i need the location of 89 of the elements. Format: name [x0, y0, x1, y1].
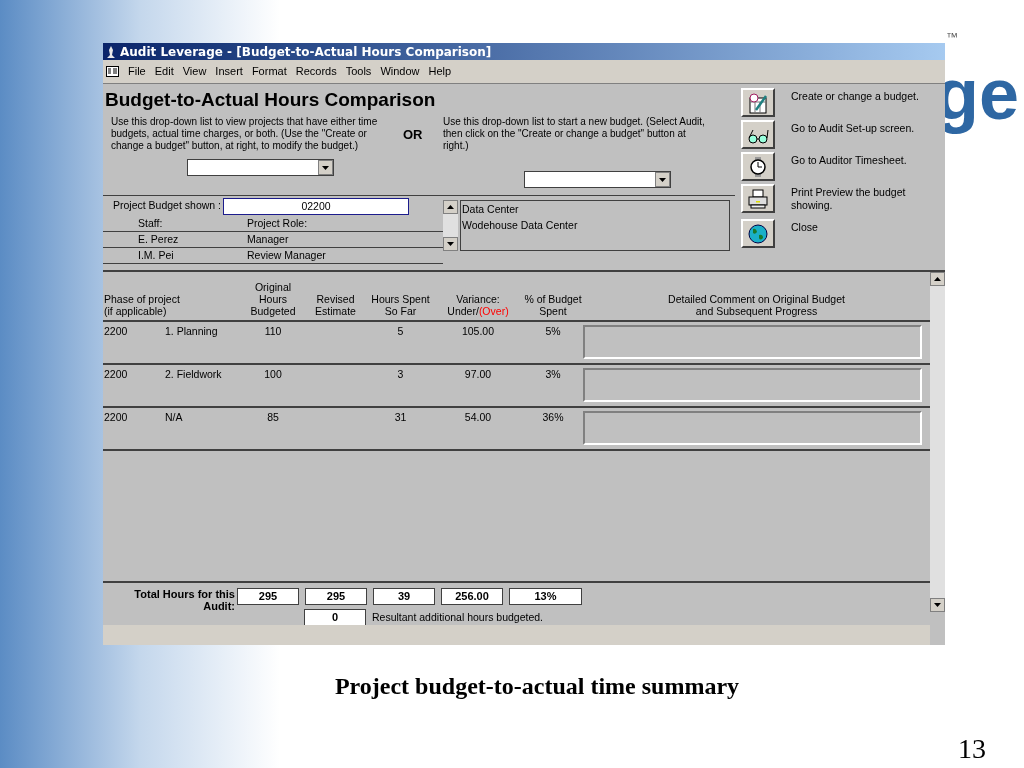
menu-item[interactable]: Format [251, 63, 287, 80]
down-arrow-icon[interactable] [447, 242, 454, 246]
column-header: Hours Spent So Far [370, 293, 431, 317]
column-header: Revised Estimate [314, 293, 357, 317]
menu-item[interactable]: Insert [215, 63, 243, 80]
table-cell-text: E. Perez [137, 231, 180, 247]
table-cell-text: 3 [396, 367, 405, 382]
page-number: 13 [958, 732, 986, 766]
table-cell-text: 54.00 [463, 410, 493, 425]
table-cell-text: 97.00 [463, 367, 493, 382]
action-label: Create or change a budget. [791, 89, 920, 103]
column-header: Original Hours Budgeted [249, 281, 297, 317]
or-label: OR [403, 126, 424, 144]
menu-item[interactable]: Tools [345, 63, 372, 80]
comment-field[interactable] [583, 325, 922, 359]
dropdown-arrow-icon [322, 165, 329, 170]
table-cell-text: Manager [247, 231, 289, 247]
total-field: 256.00 [441, 588, 503, 605]
toolbar-button[interactable] [741, 184, 775, 213]
total-field: 13% [509, 588, 582, 605]
toolbar-button[interactable] [741, 219, 775, 248]
table-cell-text: 5 [396, 324, 405, 339]
table-cell-text: Review Manager [247, 247, 326, 263]
menu-item[interactable]: View [182, 63, 207, 80]
audit-dropdown[interactable] [524, 171, 671, 188]
menu-item[interactable]: Records [295, 63, 337, 80]
globe-icon [747, 222, 769, 245]
total-field: 295 [305, 588, 367, 605]
slide-caption: Project budget-to-actual time summary [333, 672, 741, 701]
app-icon [106, 45, 116, 58]
totals-label: Total Hours for this Audit: [133, 588, 236, 614]
scrollbar[interactable] [930, 272, 945, 612]
comment-field[interactable] [583, 368, 922, 402]
project-budget-field[interactable]: 02200 [223, 197, 409, 215]
menu-item[interactable]: Help [428, 63, 452, 80]
table-cell-text: 100 [263, 367, 283, 382]
instructions-text: Use this drop-down list to view projects that have either time budgets, actual time charges, or both. (Use the "Create or change a budget" button, at right, to modify the budget.) [111, 116, 379, 152]
toolbar-button[interactable] [741, 88, 775, 117]
table-cell-text: 1. Planning [165, 324, 219, 339]
table-cell-text: 105.00 [460, 324, 496, 339]
toolbar-button[interactable] [741, 152, 775, 181]
up-arrow-icon[interactable] [447, 205, 454, 209]
additional-hours-label: Resultant additional hours budgeted. [372, 609, 544, 625]
table-cell-text: 2200 [103, 324, 129, 339]
table-cell-text: N/A [165, 410, 184, 425]
column-header: Variance: Under/(Over) [446, 293, 510, 317]
menu-item[interactable]: Window [380, 63, 420, 80]
table-cell-text: 5% [544, 324, 562, 339]
action-label: Go to Audit Set-up screen. [791, 121, 916, 135]
table-cell-text: 85 [266, 410, 280, 425]
printer-icon [747, 187, 769, 210]
watch-icon [747, 155, 769, 178]
trademark-mark: ™ [946, 29, 958, 46]
column-header: Staff: [137, 215, 164, 231]
project-dropdown[interactable] [187, 159, 334, 176]
column-header: Detailed Comment on Original Budget and Subsequent Progress [667, 293, 846, 317]
menu-item[interactable]: Edit [154, 63, 174, 80]
column-header: % of Budget Spent [523, 293, 583, 317]
table-cell-text: 2. Fieldwork [165, 367, 223, 382]
table-cell-text: 36% [541, 410, 565, 425]
calendar-pen-icon [747, 91, 769, 114]
field-label: Project Budget shown : [113, 198, 221, 214]
action-label: Print Preview the budget showing. [791, 185, 907, 212]
instructions-text: Use this drop-down list to start a new budget. (Select Audit, then click on the "Create or change a budget" button at right.) [443, 116, 706, 152]
list-item[interactable]: Data Center [462, 201, 729, 217]
table-cell-text: 3% [544, 367, 562, 382]
form-heading: Budget-to-Actual Hours Comparison [104, 88, 437, 111]
table-cell-text: 2200 [103, 410, 129, 425]
action-label: Go to Auditor Timesheet. [791, 153, 908, 167]
column-header: Phase of project (if applicable) [103, 293, 181, 317]
total-field: 295 [237, 588, 299, 605]
form-icon[interactable] [106, 66, 119, 77]
action-label: Close [791, 220, 819, 234]
total-field: 39 [373, 588, 435, 605]
table-cell-text: 110 [263, 324, 283, 339]
scrollbar[interactable] [443, 200, 458, 251]
toolbar-button[interactable] [741, 120, 775, 149]
list-item[interactable]: Wodehouse Data Center [462, 217, 729, 233]
table-cell-text: I.M. Pei [137, 247, 175, 263]
comment-field[interactable] [583, 411, 922, 445]
dropdown-arrow-icon [659, 177, 666, 182]
table-cell-text: 2200 [103, 367, 129, 382]
column-header: Project Role: [247, 215, 308, 231]
table-cell-text: 31 [393, 410, 408, 425]
menu-item[interactable]: File [128, 63, 146, 80]
down-arrow-icon[interactable] [934, 603, 941, 607]
up-arrow-icon[interactable] [934, 277, 941, 281]
location-list[interactable]: Data Center Wodehouse Data Center [460, 200, 730, 251]
window-title: Audit Leverage - [Budget-to-Actual Hours Comparison] [120, 43, 492, 61]
